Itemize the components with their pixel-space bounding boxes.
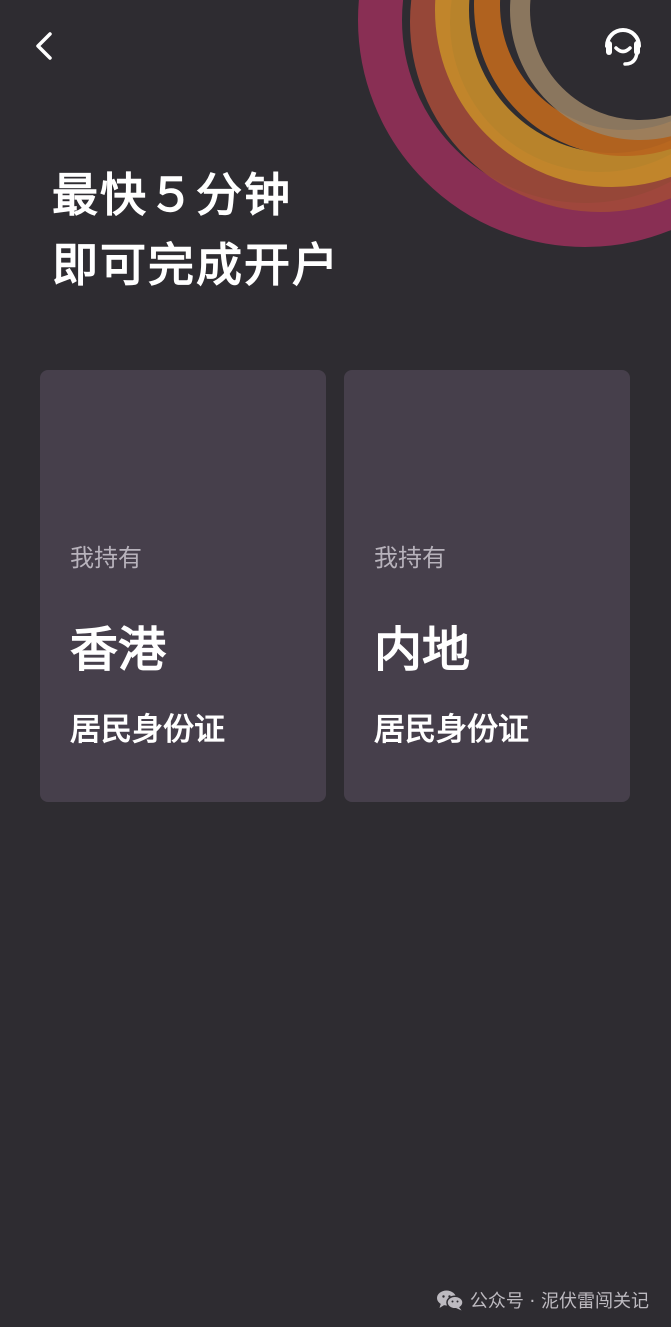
wechat-icon <box>436 1290 464 1311</box>
account-opening-screen: 最快５分钟 即可完成开户 我持有 香港 居民身份证 我持有 内地 居民身份证 公… <box>0 0 671 1327</box>
card-region-label: 内地 <box>374 622 471 678</box>
back-button[interactable] <box>22 24 66 68</box>
customer-service-headset-icon <box>605 28 641 66</box>
card-prefix-label: 我持有 <box>374 544 446 572</box>
chevron-left-icon <box>36 32 52 60</box>
card-region-label: 香港 <box>70 622 167 678</box>
headline-line-2: 即可完成开户 <box>52 238 340 292</box>
watermark: 公众号 · 泥伏雷闯关记 <box>436 1286 649 1314</box>
watermark-text: 公众号 · 泥伏雷闯关记 <box>469 1291 649 1312</box>
mainland-id-card-option[interactable]: 我持有 内地 居民身份证 <box>344 370 630 802</box>
customer-service-button[interactable] <box>598 22 648 70</box>
page-headline: 最快５分钟 即可完成开户 <box>52 160 340 300</box>
card-prefix-label: 我持有 <box>70 544 142 572</box>
card-document-label: 居民身份证 <box>70 712 225 748</box>
hong-kong-id-card-option[interactable]: 我持有 香港 居民身份证 <box>40 370 326 802</box>
card-document-label: 居民身份证 <box>374 712 529 748</box>
headline-line-1: 最快５分钟 <box>52 168 292 222</box>
